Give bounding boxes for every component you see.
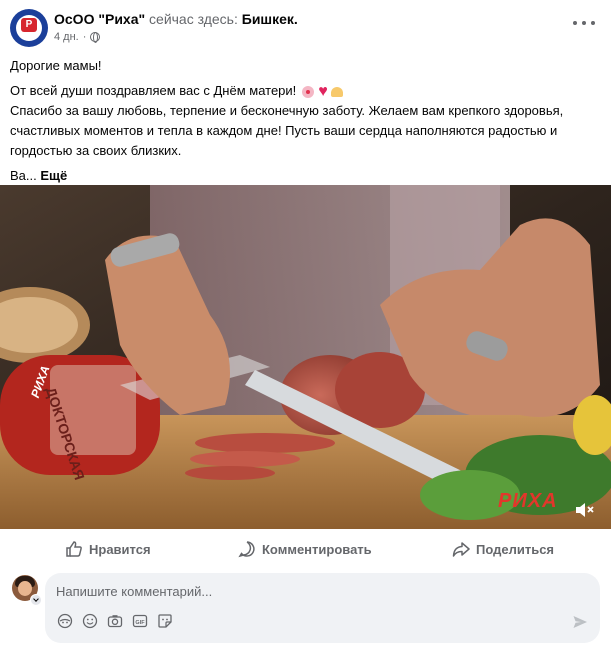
gif-icon[interactable]: GIF — [132, 613, 148, 629]
post-meta: 4 дн. · — [54, 31, 101, 43]
avatar-sticker-icon[interactable] — [57, 613, 73, 629]
video-frame — [0, 185, 611, 529]
avatar-face — [18, 581, 32, 596]
chevron-down-icon[interactable] — [30, 594, 42, 606]
svg-text:GIF: GIF — [135, 620, 145, 626]
location-name[interactable]: Бишкек. — [242, 11, 298, 27]
author-name[interactable]: ОсОО "Риха" — [54, 11, 145, 27]
location-prefix: сейчас здесь: — [149, 11, 238, 27]
post-body: Дорогие мамы! От всей души поздравляем в… — [10, 56, 600, 186]
like-button[interactable]: Нравится — [65, 534, 151, 564]
post-truncated: Ва... Ещё — [10, 166, 600, 186]
dot-icon — [591, 21, 595, 25]
post-line-2: Спасибо за вашу любовь, терпение и беско… — [10, 103, 564, 158]
post-video[interactable]: ДОКТОРСКАЯ РИХА — [0, 185, 611, 529]
logo-mark-icon: P — [21, 18, 37, 32]
camera-icon[interactable] — [107, 613, 123, 629]
dot-icon — [573, 21, 577, 25]
flower-emoji-icon — [302, 85, 315, 98]
sticker-icon[interactable] — [157, 613, 173, 629]
see-more-link[interactable]: Ещё — [40, 168, 67, 183]
video-watermark: РИХА — [498, 490, 558, 512]
globe-icon — [90, 32, 101, 43]
page-avatar[interactable]: P РИХА — [10, 9, 48, 47]
post-header: P РИХА ОсОО "Риха" сейчас здесь: Бишкек.… — [0, 0, 611, 50]
meta-separator: · — [82, 31, 87, 43]
post-title-line: ОсОО "Риха" сейчас здесь: Бишкек. — [54, 11, 298, 27]
like-label: Нравится — [89, 541, 151, 557]
send-icon[interactable] — [572, 614, 588, 630]
avatar-logo-text: РИХА — [20, 34, 38, 40]
heart-emoji-icon: ♥ — [318, 82, 328, 100]
emoji-icon[interactable] — [82, 613, 98, 629]
post-line-1-text: От всей души поздравляем вас с Днём мате… — [10, 83, 297, 98]
comment-button[interactable]: Комментировать — [238, 534, 372, 564]
comment-composer: GIF — [45, 573, 600, 643]
thumbs-up-icon — [66, 541, 82, 557]
share-arrow-icon — [452, 542, 470, 557]
more-options-button[interactable] — [573, 18, 595, 28]
truncated-text: Ва... — [10, 168, 37, 183]
heart-hands-emoji-icon — [330, 86, 343, 97]
post-greeting: Дорогие мамы! — [10, 58, 102, 73]
share-button[interactable]: Поделиться — [452, 534, 554, 564]
post-actions: Нравится Комментировать Поделиться — [0, 534, 611, 564]
speaker-muted-icon[interactable] — [574, 500, 596, 520]
dot-icon — [582, 21, 586, 25]
post-time[interactable]: 4 дн. — [54, 31, 79, 43]
share-label: Поделиться — [476, 541, 555, 557]
comment-input[interactable] — [56, 582, 536, 600]
post-line-1: От всей души поздравляем вас с Днём мате… — [10, 81, 600, 101]
comment-label: Комментировать — [262, 541, 372, 557]
comment-bubble-icon — [238, 541, 255, 558]
